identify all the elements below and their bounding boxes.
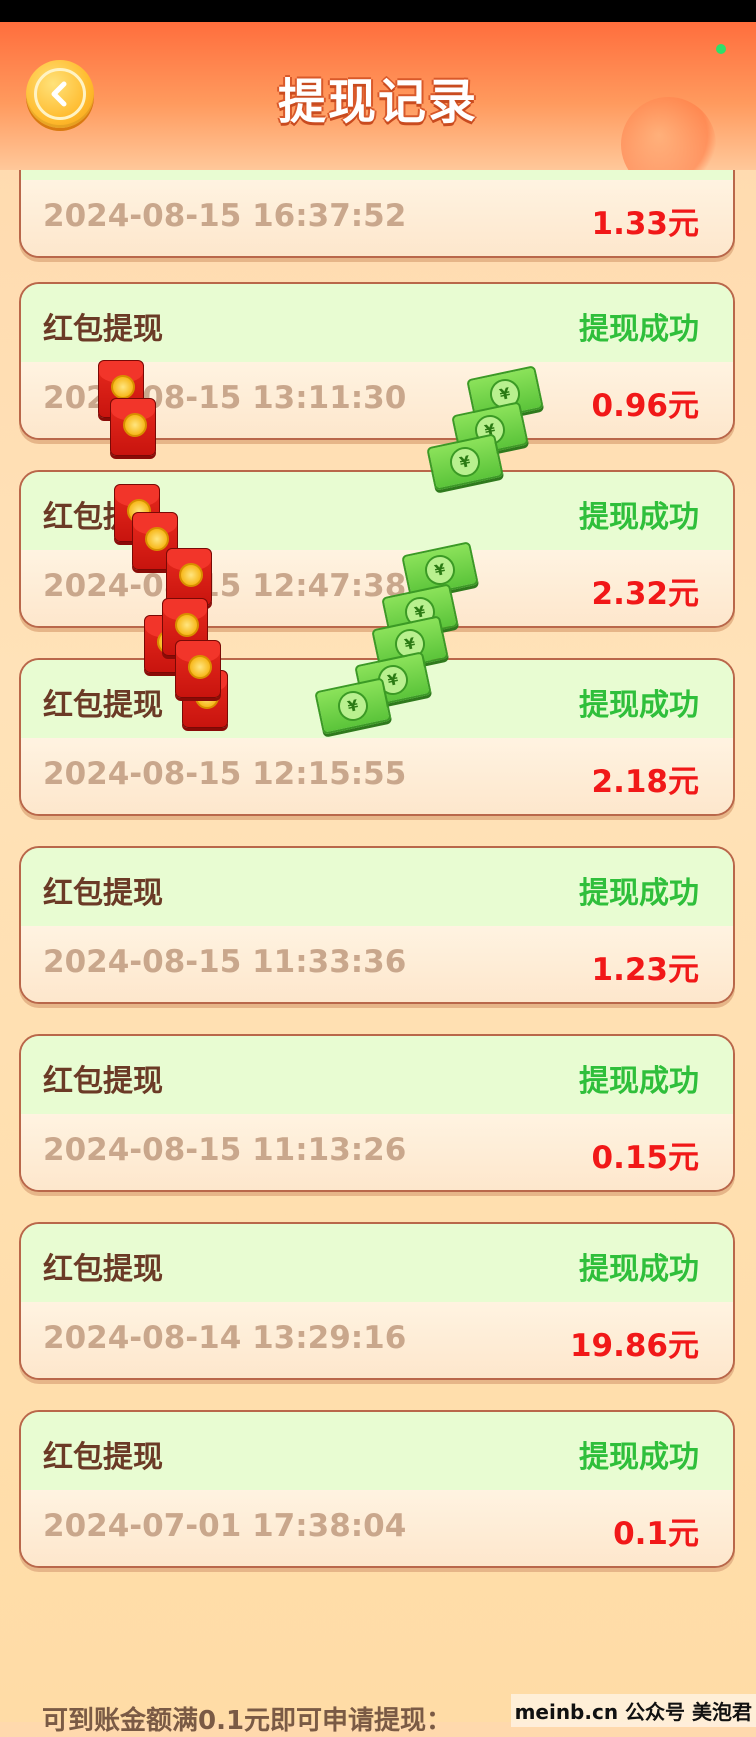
record-card-body: 2024-08-15 12:15:55 2.18元: [21, 738, 733, 814]
record-time: 2024-08-15 12:47:38: [43, 568, 407, 604]
record-card-header: 红包提现 提现成功: [21, 1224, 733, 1303]
red-packet-icon: [110, 398, 156, 456]
record-amount: 19.86元: [569, 1328, 699, 1364]
status-bar: [0, 0, 756, 22]
record-time: 2024-08-15 11:33:36: [43, 944, 407, 980]
record-time: 2024-08-15 12:15:55: [43, 756, 407, 792]
yuan-symbol-icon: ¥: [447, 444, 483, 480]
record-amount: 2.32元: [591, 576, 700, 612]
record-card: 红包提现 提现成功 2024-08-14 13:29:16 19.86元: [19, 1222, 735, 1380]
record-amount: 1.33元: [591, 206, 700, 242]
record-amount: 2.18元: [591, 764, 700, 800]
record-card-header: 红包提现 提现成功: [21, 1036, 733, 1115]
record-card-body: 2024-08-14 13:29:16 19.86元: [21, 1302, 733, 1378]
watermark-text: meinb.cn 公众号 美泡君: [510, 1694, 756, 1727]
record-status: 提现成功: [579, 1440, 699, 1475]
page-title: 提现记录: [277, 74, 478, 130]
record-amount: 1.23元: [591, 952, 700, 988]
record-card-header: 红包提现 提现成功: [21, 1412, 733, 1491]
record-card-body: 2024-07-01 17:38:04 0.1元: [21, 1490, 733, 1566]
record-type: 红包提现: [43, 1440, 163, 1475]
record-status: 提现成功: [579, 312, 699, 347]
recording-indicator-dot: [716, 44, 726, 54]
record-card-header: 红包提现 提现成功: [21, 848, 733, 927]
record-card: 红包提现 提现成功 2024-07-01 17:38:04 0.1元: [19, 1410, 735, 1568]
record-type: 红包提现: [43, 876, 163, 911]
record-type: 红包提现: [43, 1252, 163, 1287]
yuan-symbol-icon: ¥: [422, 552, 458, 588]
record-status: 提现成功: [579, 688, 699, 723]
record-amount: 0.15元: [591, 1140, 700, 1176]
record-card-body: 2024-08-15 16:37:52 1.33元: [21, 180, 733, 256]
record-card-body: 2024-08-15 12:47:38 2.32元: [21, 550, 733, 626]
record-status: 提现成功: [579, 500, 699, 535]
red-packet-icon: [175, 640, 221, 698]
record-status: 提现成功: [579, 1064, 699, 1099]
record-type: 红包提现: [43, 312, 163, 347]
record-time: 2024-07-01 17:38:04: [43, 1508, 407, 1544]
record-time: 2024-08-14 13:29:16: [43, 1320, 407, 1356]
record-type: 红包提现: [43, 1064, 163, 1099]
record-card: 红包提现 提现成功 2024-08-15 11:33:36 1.23元: [19, 846, 735, 1004]
withdrawal-rule-note: 可到账金额满0.1元即可申请提现：: [42, 1706, 453, 1736]
record-card-body: 2024-08-15 11:33:36 1.23元: [21, 926, 733, 1002]
record-time: 2024-08-15 16:37:52: [43, 198, 407, 234]
record-time: 2024-08-15 11:13:26: [43, 1132, 407, 1168]
record-status: 提现成功: [579, 876, 699, 911]
yuan-symbol-icon: ¥: [335, 688, 371, 724]
record-card: 红包提现 提现成功 2024-08-15 11:13:26 0.15元: [19, 1034, 735, 1192]
record-status: 提现成功: [579, 1252, 699, 1287]
record-card-body: 2024-08-15 11:13:26 0.15元: [21, 1114, 733, 1190]
record-card-header: 红包提现 提现成功: [21, 284, 733, 363]
record-card: 2024-08-15 16:37:52 1.33元: [19, 170, 735, 258]
record-amount: 0.1元: [613, 1516, 699, 1552]
record-amount: 0.96元: [591, 388, 700, 424]
record-type: 红包提现: [43, 688, 163, 723]
